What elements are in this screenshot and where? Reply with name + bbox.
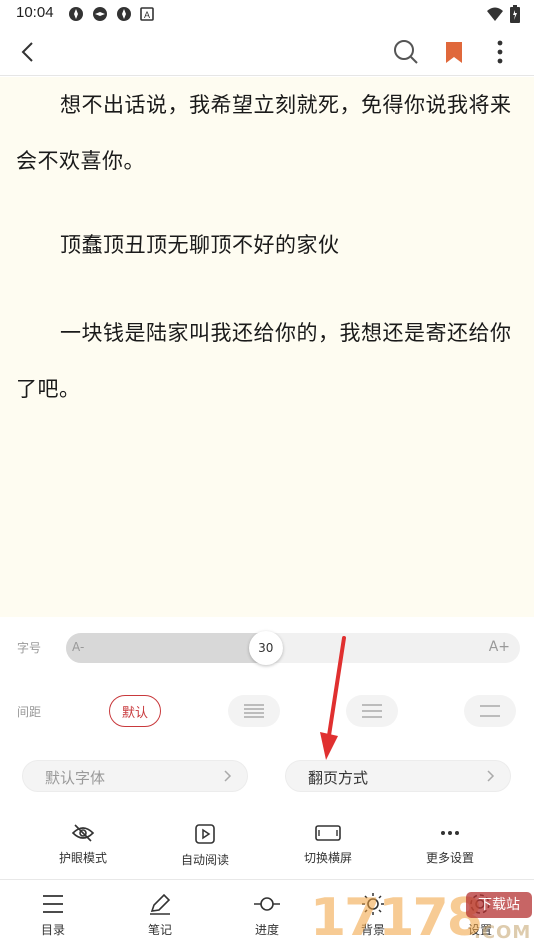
spacing-tight-option[interactable] <box>228 695 280 727</box>
rotate-landscape-label: 切换横屏 <box>303 851 352 865</box>
chevron-right-icon <box>487 770 495 782</box>
more-options-button[interactable] <box>488 38 512 66</box>
bookmark-icon <box>446 42 462 63</box>
eye-off-icon <box>71 824 95 842</box>
status-system-icons <box>486 5 520 23</box>
paragraph: 一块钱是陆家叫我还给你的，我想还是寄还给你了吧。 <box>16 321 512 401</box>
search-icon <box>394 40 418 64</box>
status-time: 10:04 <box>16 4 54 21</box>
list-icon <box>43 895 63 913</box>
progress-icon <box>254 897 280 911</box>
back-button[interactable] <box>14 38 42 66</box>
status-notification-icons: A <box>68 6 156 22</box>
svg-text:A: A <box>144 10 150 20</box>
font-smaller-label: A- <box>72 640 85 654</box>
spacing-default-option[interactable]: 默认 <box>109 695 161 727</box>
spacing-default-text: 默认 <box>121 705 148 721</box>
nav-item-toc[interactable]: 目录 <box>13 892 93 938</box>
status-bar: 10:04 A <box>0 0 534 28</box>
paragraph: 想不出话说，我希望立刻就死，免得你说我将来会不欢喜你。 <box>16 93 512 173</box>
font-family-text: 默认字体 <box>45 769 106 787</box>
eye-care-mode-button[interactable]: 护眼模式 <box>38 823 128 866</box>
font-size-slider-handle[interactable]: 30 <box>248 631 283 665</box>
a-box-icon: A <box>140 6 156 22</box>
back-icon <box>21 42 33 62</box>
watermark-number: 17178 <box>310 888 483 948</box>
search-button[interactable] <box>392 38 420 66</box>
font-size-slider[interactable]: A- A+ 30 <box>66 631 520 665</box>
app-notification-icon <box>92 6 108 22</box>
page-turn-mode-text: 翻页方式 <box>308 769 369 787</box>
watermark-badge: 下载站 <box>466 892 532 918</box>
font-larger-label: A+ <box>488 639 510 655</box>
nav-label: 进度 <box>254 923 279 937</box>
more-settings-button[interactable]: 更多设置 <box>405 823 495 866</box>
rotate-landscape-button[interactable]: 切换横屏 <box>283 823 373 866</box>
annotation-arrow-icon <box>320 636 346 760</box>
app-notification-icon <box>68 6 84 22</box>
app-notification-icon <box>116 6 132 22</box>
more-vertical-icon <box>497 40 503 64</box>
nav-label: 目录 <box>40 923 65 937</box>
pen-icon <box>150 893 171 915</box>
reading-settings-panel: 字号 A- A+ 30 间距 默认 默认字体 翻页方式 护眼模式 自动阅读 切换… <box>0 617 534 879</box>
site-watermark: 17178 下载站 .COM <box>310 888 534 950</box>
reader-top-bar <box>0 28 534 76</box>
battery-icon <box>510 5 520 23</box>
more-horizontal-icon <box>441 831 459 835</box>
spacing-medium-icon <box>362 704 382 718</box>
nav-item-notes[interactable]: 笔记 <box>120 892 200 938</box>
auto-read-button[interactable]: 自动阅读 <box>160 823 250 868</box>
eye-care-mode-label: 护眼模式 <box>58 851 107 865</box>
line-spacing-label: 间距 <box>17 705 42 719</box>
wifi-icon <box>487 7 503 21</box>
spacing-wide-icon <box>480 705 500 717</box>
spacing-wide-option[interactable] <box>464 695 516 727</box>
bookmark-button[interactable] <box>440 38 468 66</box>
spacing-tight-icon <box>244 704 264 718</box>
play-box-icon <box>195 824 215 844</box>
nav-item-progress[interactable]: 进度 <box>227 892 307 938</box>
reading-content[interactable]: 想不出话说，我希望立刻就死，免得你说我将来会不欢喜你。 顶蠢顶丑顶无聊顶不好的家… <box>0 77 534 617</box>
font-family-button[interactable]: 默认字体 <box>22 760 248 792</box>
more-settings-label: 更多设置 <box>425 851 474 865</box>
font-size-label: 字号 <box>17 641 42 655</box>
nav-label: 笔记 <box>147 923 172 937</box>
chevron-right-icon <box>224 770 232 782</box>
landscape-icon <box>315 825 341 841</box>
auto-read-label: 自动阅读 <box>180 853 229 867</box>
paragraph: 顶蠢顶丑顶无聊顶不好的家伙 <box>60 233 340 257</box>
watermark-suffix: .COM <box>474 922 532 943</box>
